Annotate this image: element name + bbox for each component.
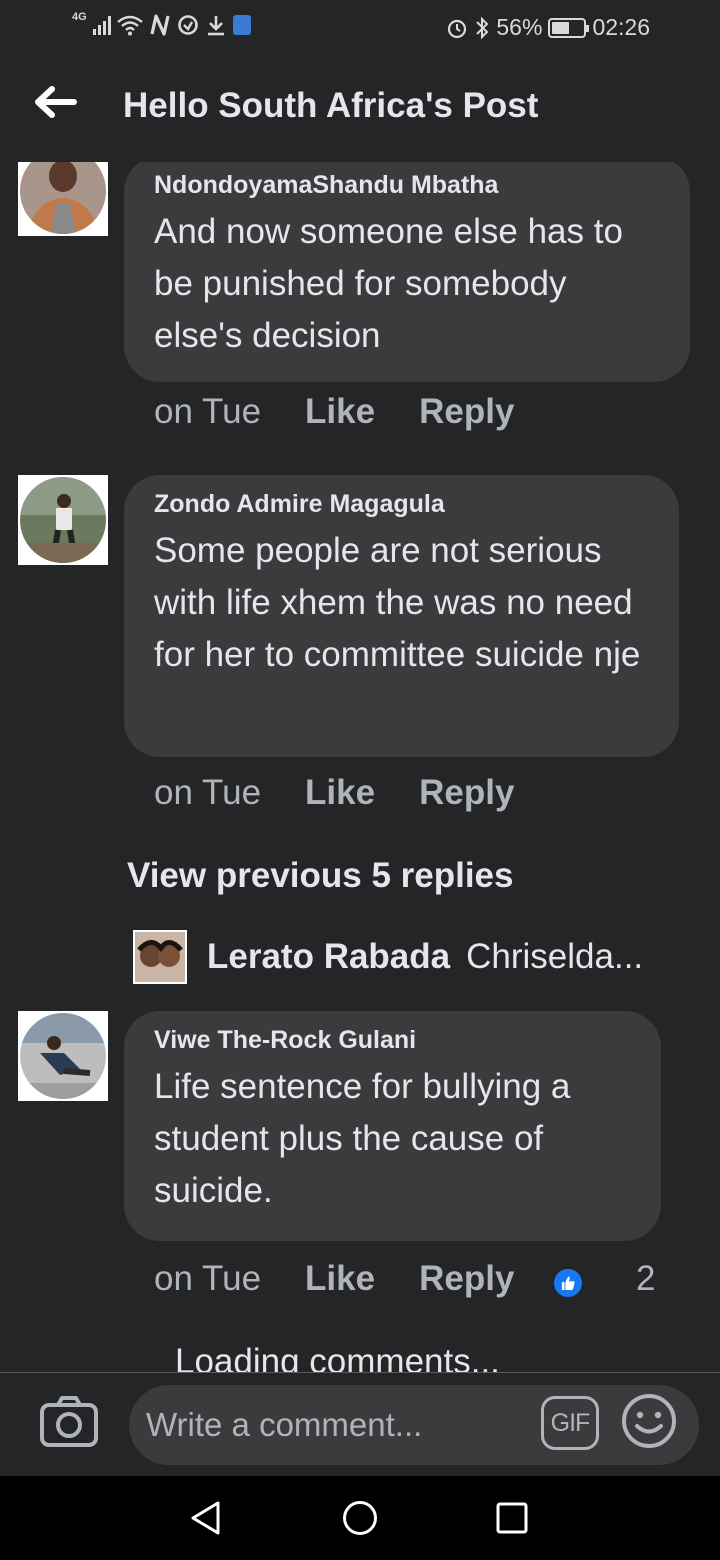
like-button[interactable]: Like bbox=[305, 773, 375, 813]
page-title: Hello South Africa's Post bbox=[123, 86, 539, 125]
like-button[interactable]: Like bbox=[305, 392, 375, 432]
comment-text: Some people are not serious with life xh… bbox=[154, 531, 641, 674]
nav-back-icon[interactable] bbox=[188, 1500, 224, 1536]
profile-photo bbox=[20, 477, 106, 563]
comment-timestamp[interactable]: on Tue bbox=[154, 773, 261, 813]
alarm-icon bbox=[448, 19, 467, 38]
status-right-icons: 56% 02:26 bbox=[446, 14, 650, 41]
status-left-icons: 4G bbox=[72, 11, 251, 36]
avatar[interactable] bbox=[18, 1011, 108, 1101]
nfc-icon bbox=[150, 14, 170, 36]
app-header: Hello South Africa's Post bbox=[0, 56, 720, 162]
download-icon bbox=[207, 16, 224, 36]
like-button[interactable]: Like bbox=[305, 1259, 375, 1299]
reply-profile-photo bbox=[135, 932, 185, 982]
loading-comments-text: Loading comments... bbox=[175, 1342, 500, 1372]
reaction-count[interactable]: 2 bbox=[636, 1259, 655, 1299]
comment-actions: on Tue Like Reply bbox=[154, 392, 514, 432]
nav-recents-icon[interactable] bbox=[496, 1502, 528, 1534]
screen: 4G 56% 02:26 Hello South Africa's Post N… bbox=[0, 0, 720, 1560]
nav-home-icon[interactable] bbox=[342, 1500, 378, 1536]
bluetooth-icon bbox=[476, 16, 489, 39]
reply-button[interactable]: Reply bbox=[419, 392, 514, 432]
comment-actions: on Tue Like Reply bbox=[154, 1259, 514, 1299]
like-reaction-icon[interactable] bbox=[552, 1267, 584, 1299]
status-bar: 4G 56% 02:26 bbox=[0, 0, 720, 56]
wifi-icon bbox=[116, 15, 143, 36]
profile-photo bbox=[20, 162, 106, 234]
network-type: 4G bbox=[72, 11, 87, 23]
vpn-shield-icon bbox=[232, 15, 251, 35]
comment-bubble[interactable]: NdondoyamaShandu Mbatha And now someone … bbox=[124, 162, 690, 382]
comment-actions: on Tue Like Reply bbox=[154, 773, 514, 813]
avatar[interactable] bbox=[18, 162, 108, 236]
battery-icon bbox=[548, 17, 590, 38]
reply-avatar[interactable] bbox=[133, 930, 187, 984]
comments-feed[interactable]: NdondoyamaShandu Mbatha And now someone … bbox=[0, 162, 720, 1372]
comment-timestamp[interactable]: on Tue bbox=[154, 392, 261, 432]
reply-button[interactable]: Reply bbox=[419, 1259, 514, 1299]
reply-preview[interactable]: Lerato Rabada Chriselda... bbox=[133, 930, 643, 984]
comment-timestamp[interactable]: on Tue bbox=[154, 1259, 261, 1299]
gif-button[interactable]: GIF bbox=[541, 1396, 599, 1450]
comment-bubble[interactable]: Zondo Admire Magagula Some people are no… bbox=[124, 475, 679, 757]
camera-icon[interactable] bbox=[40, 1395, 98, 1447]
comment-composer: GIF bbox=[0, 1372, 720, 1476]
reply-snippet: Chriselda... bbox=[466, 937, 644, 976]
comment-bubble[interactable]: Viwe The-Rock Gulani Life sentence for b… bbox=[124, 1011, 661, 1241]
emoji-icon[interactable] bbox=[621, 1393, 677, 1449]
system-navigation-bar bbox=[0, 1476, 720, 1560]
signal-icon bbox=[92, 15, 111, 35]
battery-percent: 56% bbox=[496, 14, 543, 40]
clock: 02:26 bbox=[592, 14, 650, 40]
comment-text: And now someone else has to be punished … bbox=[154, 212, 623, 355]
sync-icon bbox=[177, 15, 198, 35]
reply-button[interactable]: Reply bbox=[419, 773, 514, 813]
reply-author: Lerato Rabada bbox=[207, 937, 451, 976]
profile-photo bbox=[20, 1013, 106, 1099]
back-arrow-icon[interactable] bbox=[30, 84, 78, 120]
avatar[interactable] bbox=[18, 475, 108, 565]
comment-input[interactable] bbox=[129, 1385, 699, 1465]
comment-author[interactable]: Viwe The-Rock Gulani bbox=[154, 1025, 631, 1055]
view-previous-replies-link[interactable]: View previous 5 replies bbox=[127, 856, 514, 896]
comment-author[interactable]: Zondo Admire Magagula bbox=[154, 489, 649, 519]
comment-author[interactable]: NdondoyamaShandu Mbatha bbox=[154, 170, 660, 200]
comment-text: Life sentence for bullying a student plu… bbox=[154, 1067, 571, 1210]
